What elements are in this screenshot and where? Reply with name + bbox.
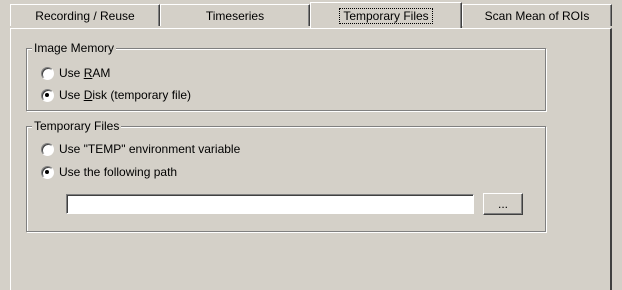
tab-label: Scan Mean of ROIs <box>484 8 590 23</box>
use-disk-radio[interactable] <box>41 88 54 102</box>
image-memory-legend: Image Memory <box>32 41 117 55</box>
browse-button[interactable]: ... <box>483 193 523 215</box>
tab-label: Recording / Reuse <box>35 8 135 23</box>
use-following-path-option[interactable]: Use the following path <box>41 164 177 180</box>
browse-button-label: ... <box>497 197 508 211</box>
tab-scan-mean-of-rois[interactable]: Scan Mean of ROIs <box>462 4 612 26</box>
tab-strip: Recording / Reuse Timeseries Temporary F… <box>0 0 622 30</box>
tab-label: Temporary Files <box>339 7 433 24</box>
use-temp-env-radio[interactable] <box>41 142 54 156</box>
use-ram-option[interactable]: Use RAM <box>41 65 110 81</box>
image-memory-group: Image Memory Use RAM Use Disk (temporary… <box>26 41 546 111</box>
use-following-path-radio[interactable] <box>41 165 54 179</box>
use-temp-env-option[interactable]: Use "TEMP" environment variable <box>41 141 240 157</box>
use-ram-label: Use RAM <box>59 66 111 80</box>
tab-label: Timeseries <box>205 8 265 23</box>
tab-recording-reuse[interactable]: Recording / Reuse <box>10 4 160 26</box>
temporary-files-legend: Temporary Files <box>32 119 122 133</box>
use-disk-option[interactable]: Use Disk (temporary file) <box>41 87 191 103</box>
tab-timeseries[interactable]: Timeseries <box>160 4 310 26</box>
path-input[interactable] <box>66 194 474 214</box>
tab-panel: Image Memory Use RAM Use Disk (temporary… <box>10 28 612 290</box>
use-temp-env-label: Use "TEMP" environment variable <box>59 142 241 156</box>
use-ram-radio[interactable] <box>41 66 54 80</box>
tab-temporary-files[interactable]: Temporary Files <box>310 2 462 28</box>
use-following-path-label: Use the following path <box>59 165 178 179</box>
temporary-files-group: Temporary Files Use "TEMP" environment v… <box>26 119 546 232</box>
use-disk-label: Use Disk (temporary file) <box>59 88 192 102</box>
